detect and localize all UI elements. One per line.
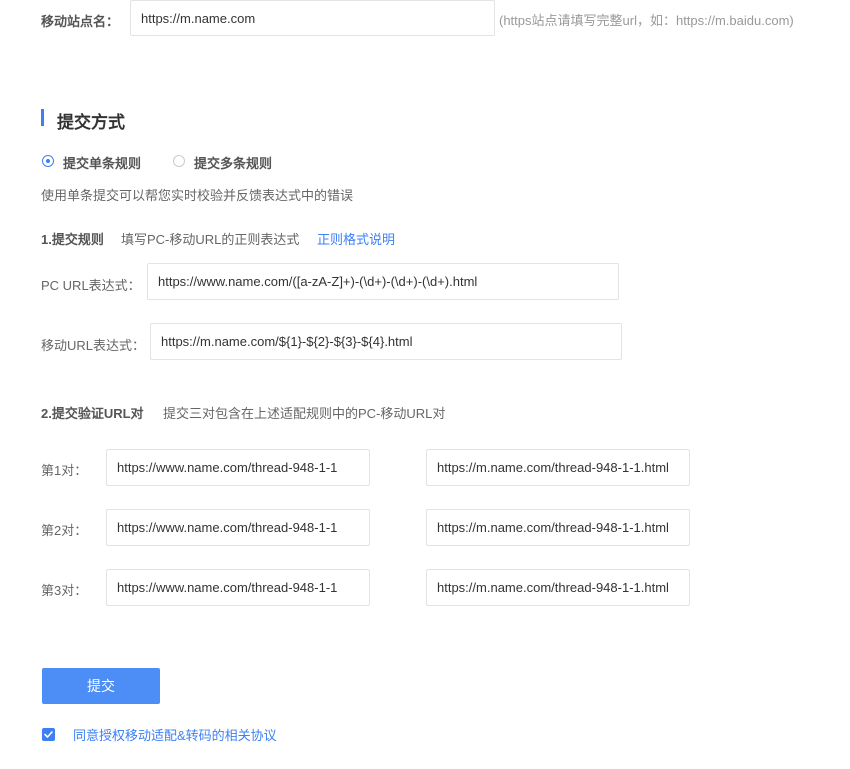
agreement-link[interactable]: 同意授权移动适配&转码的相关协议 <box>73 725 277 744</box>
pair-1-pc-input[interactable] <box>106 449 370 486</box>
radio-multi-label: 提交多条规则 <box>194 156 273 171</box>
section-accent-bar <box>41 109 44 126</box>
submit-method-description: 使用单条提交可以帮您实时校验并反馈表达式中的错误 <box>41 188 354 203</box>
pc-url-regex-input[interactable] <box>147 263 619 300</box>
rules-heading: 1.提交规则 <box>41 232 104 247</box>
pair-2-pc-input[interactable] <box>106 509 370 546</box>
regex-help-link[interactable]: 正则格式说明 <box>317 229 395 248</box>
pair-3-mobile-input[interactable] <box>426 569 690 606</box>
check-icon <box>44 731 53 738</box>
mobile-url-label: 移动URL表达式： <box>41 338 146 353</box>
pair-3-label: 第3对： <box>41 583 88 598</box>
verify-heading: 2.提交验证URL对 <box>41 406 144 421</box>
pc-url-label: PC URL表达式： <box>41 278 141 293</box>
section-title: 提交方式 <box>57 113 125 132</box>
rules-subheading: 填写PC-移动URL的正则表达式 <box>121 232 300 247</box>
pair-2-label: 第2对： <box>41 523 88 538</box>
agreement-checkbox[interactable] <box>42 728 55 741</box>
verify-subheading: 提交三对包含在上述适配规则中的PC-移动URL对 <box>163 406 446 421</box>
pair-3-pc-input[interactable] <box>106 569 370 606</box>
pair-1-mobile-input[interactable] <box>426 449 690 486</box>
radio-single-rule[interactable]: 提交单条规则 <box>42 153 162 171</box>
mobile-url-regex-input[interactable] <box>150 323 622 360</box>
pair-2-mobile-input[interactable] <box>426 509 690 546</box>
submit-button[interactable]: 提交 <box>42 668 160 704</box>
pair-1-label: 第1对： <box>41 463 88 478</box>
radio-single-label: 提交单条规则 <box>63 156 142 171</box>
mobile-site-input[interactable] <box>130 0 495 36</box>
radio-unchecked-icon[interactable] <box>173 155 185 167</box>
mobile-site-hint: (https站点请填写完整url，如：https://m.baidu.com) <box>499 13 794 28</box>
mobile-site-label: 移动站点名： <box>41 14 120 29</box>
radio-checked-icon[interactable] <box>42 155 54 167</box>
radio-multi-rule[interactable]: 提交多条规则 <box>173 153 293 171</box>
